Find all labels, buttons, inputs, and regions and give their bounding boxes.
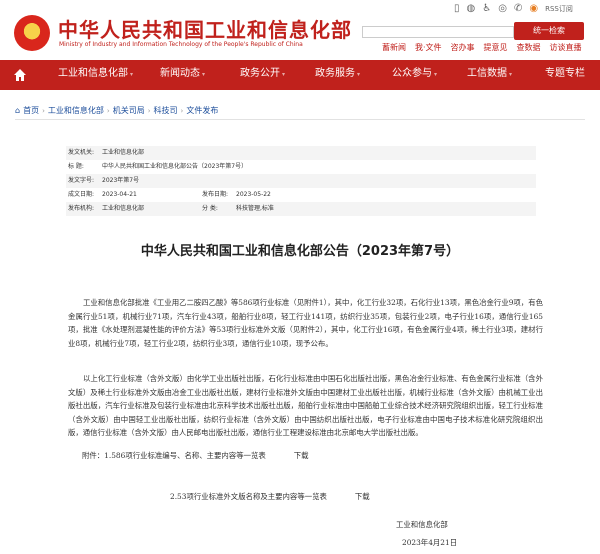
nav-item-topics[interactable]: 专题专栏 [545, 60, 585, 90]
separator-icon: › [180, 106, 184, 115]
quick-link-docs[interactable]: 我·文件 [415, 42, 442, 53]
mobile-icon[interactable]: ▯ [454, 3, 460, 14]
divider [15, 119, 585, 120]
meta-label: 分 类: [202, 205, 218, 212]
download-link[interactable]: 下载 [294, 451, 309, 460]
quick-link-data[interactable]: 查数据 [517, 42, 541, 53]
chevron-down-icon: ▾ [282, 71, 286, 78]
breadcrumb-departments[interactable]: 机关司局 [113, 105, 145, 116]
separator-icon: › [147, 106, 151, 115]
search-button[interactable]: 统一检索 [514, 22, 584, 40]
rss-icon[interactable]: ◉ [529, 3, 538, 14]
separator-icon: › [42, 106, 45, 115]
breadcrumb-tech-dept[interactable]: 科技司 [154, 105, 178, 116]
meta-row-org: 发布机构: 工业和信息化部 分 类: 科技管理,标准 [66, 202, 536, 216]
attachment-1: 附件：1.586项行业标准编号、名称、主要内容等一览表 下载 [82, 450, 309, 461]
meta-label: 成文日期: [68, 191, 95, 198]
accessibility-icon[interactable]: ♿ [482, 3, 491, 14]
quick-link-live[interactable]: 访谈直播 [550, 42, 582, 53]
quick-link-feedback[interactable]: 提意见 [484, 42, 508, 53]
article-paragraph: 工业和信息化部批准《工业用乙二胺四乙酸》等586项行业标准（见附件1），其中，化… [68, 298, 543, 348]
signature-org: 工业和信息化部 [396, 520, 448, 529]
chevron-down-icon: ▾ [509, 71, 513, 78]
breadcrumb-documents[interactable]: 文件发布 [186, 105, 218, 116]
breadcrumb-home[interactable]: 首页 [23, 105, 39, 116]
chevron-down-icon: ▾ [130, 71, 134, 78]
meta-row-title: 标 题: 中华人民共和国工业和信息化部公告（2023年第7号） [66, 160, 536, 174]
document-meta-table: 发文机关: 工业和信息化部 标 题: 中华人民共和国工业和信息化部公告（2023… [66, 146, 536, 216]
site-title[interactable]: 中华人民共和国工业和信息化部 [58, 14, 352, 43]
meta-value: 工业和信息化部 [102, 205, 145, 212]
article-paragraph: 以上化工行业标准（含外文版）由化学工业出版社出版，石化行业标准由中国石化出版社出… [68, 374, 543, 437]
quick-link-service[interactable]: 咨办事 [451, 42, 475, 53]
rss-label[interactable]: RSS订阅 [545, 4, 573, 14]
meta-label: 发布机构: [68, 205, 95, 212]
meta-row-dates: 成文日期: 2023-04-21 发布日期: 2023-05-22 [66, 188, 536, 202]
meta-value: 2023-05-22 [236, 191, 271, 198]
home-icon[interactable] [12, 67, 28, 83]
site-header: ★ 中华人民共和国工业和信息化部 Ministry of Industry an… [0, 0, 600, 60]
meta-label: 发文机关: [68, 149, 95, 156]
wechat-icon[interactable]: ✆ [514, 3, 522, 14]
meta-value: 2023年第7号 [102, 177, 140, 184]
nav-item-ministry[interactable]: 工业和信息化部 ▾ [58, 60, 133, 90]
meta-row-issuer: 发文机关: 工业和信息化部 [66, 146, 536, 160]
quick-link-news[interactable]: 蓄新闻 [382, 42, 406, 53]
nav-item-services[interactable]: 政务服务 ▾ [315, 60, 360, 90]
meta-row-number: 发文字号: 2023年第7号 [66, 174, 536, 188]
breadcrumb-ministry[interactable]: 工业和信息化部 [48, 105, 104, 116]
meta-value: 工业和信息化部 [102, 149, 145, 156]
nav-item-participation[interactable]: 公众参与 ▾ [392, 60, 437, 90]
meta-value: 中华人民共和国工业和信息化部公告（2023年第7号） [102, 163, 248, 170]
nav-item-news[interactable]: 新闻动态 ▾ [160, 60, 205, 90]
meta-label: 发布日期: [202, 191, 229, 198]
signature-date: 2023年4月21日 [402, 538, 458, 547]
article-title: 中华人民共和国工业和信息化部公告（2023年第7号） [140, 244, 460, 259]
quick-links: 蓄新闻 我·文件 咨办事 提意见 查数据 访谈直播 [382, 42, 582, 53]
chevron-down-icon: ▾ [202, 71, 206, 78]
meta-label: 发文字号: [68, 177, 95, 184]
separator-icon: › [106, 106, 110, 115]
location-icon: ⌂ [15, 106, 21, 115]
weibo-icon[interactable]: ◍ [467, 3, 476, 14]
breadcrumb: ⌂ 首页 › 工业和信息化部 › 机关司局 › 科技司 › 文件发布 [15, 105, 218, 116]
meta-label: 标 题: [68, 163, 84, 170]
chevron-down-icon: ▾ [434, 71, 438, 78]
download-link[interactable]: 下载 [355, 492, 370, 501]
attachment-label: 附件：1.586项行业标准编号、名称、主要内容等一览表 [82, 451, 266, 460]
utility-icons: ▯ ◍ ♿ ◎ ✆ ◉ RSS订阅 [454, 3, 573, 14]
nav-item-data[interactable]: 工信数据 ▾ [467, 60, 512, 90]
main-nav: 工业和信息化部 ▾ 新闻动态 ▾ 政务公开 ▾ 政务服务 ▾ 公众参与 ▾ 工信数据 ▾ 专… [0, 60, 600, 90]
meta-value: 2023-04-21 [102, 191, 137, 198]
nav-item-open-gov[interactable]: 政务公开 ▾ [240, 60, 285, 90]
chevron-down-icon: ▾ [357, 71, 361, 78]
meta-value: 科技管理,标准 [236, 205, 274, 212]
site-subtitle: Ministry of Industry and Information Tec… [59, 41, 303, 48]
elder-mode-icon[interactable]: ◎ [498, 3, 507, 14]
national-emblem-logo[interactable]: ★ [14, 15, 50, 51]
search-input[interactable] [362, 26, 514, 38]
attachment-label: 2.53项行业标准外文版名称及主要内容等一览表 [170, 492, 327, 501]
attachment-2: 2.53项行业标准外文版名称及主要内容等一览表 下载 [170, 491, 370, 502]
